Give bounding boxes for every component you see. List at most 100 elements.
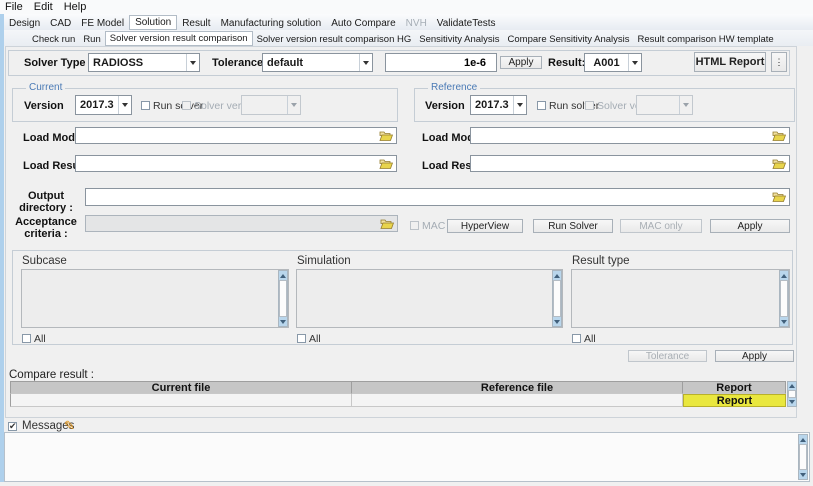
scroll-down-icon[interactable] — [279, 317, 287, 326]
messages-checkbox[interactable] — [8, 422, 17, 431]
scroll-down-icon[interactable] — [799, 470, 807, 479]
reference-version-select[interactable]: 2017.3 — [470, 95, 527, 115]
reference-load-model-box — [470, 127, 790, 144]
apply-button[interactable]: Apply — [710, 219, 790, 233]
messages-log[interactable] — [4, 432, 810, 482]
subcase-scrollbar[interactable] — [278, 270, 288, 327]
output-directory-label: Output directory : — [10, 190, 82, 214]
output-directory-input[interactable] — [86, 189, 789, 205]
tab-nvh: NVH — [401, 17, 432, 30]
current-load-result-input[interactable] — [76, 156, 396, 171]
compare-table-scrollbar[interactable] — [787, 381, 797, 407]
chevron-down-icon[interactable] — [513, 96, 526, 114]
scroll-up-icon[interactable] — [780, 271, 788, 280]
scroll-up-icon[interactable] — [799, 435, 807, 444]
tab-check-run[interactable]: Check run — [28, 33, 79, 46]
simulation-all-checkbox[interactable] — [297, 334, 306, 343]
messages-scrollbar[interactable] — [798, 434, 808, 480]
scroll-up-icon[interactable] — [788, 382, 796, 390]
scroll-down-icon[interactable] — [788, 398, 796, 406]
open-folder-icon[interactable] — [379, 158, 393, 169]
open-folder-icon[interactable] — [379, 130, 393, 141]
result-type-all-checkbox[interactable] — [572, 334, 581, 343]
tolerance-apply-button[interactable]: Apply — [500, 56, 542, 69]
tab-result[interactable]: Result — [177, 17, 215, 30]
scroll-thumb[interactable] — [780, 280, 788, 317]
run-solver-button[interactable]: Run Solver — [533, 219, 613, 233]
subcase-all-label: All — [34, 333, 46, 345]
html-report-button[interactable]: HTML Report — [694, 52, 766, 72]
open-folder-icon[interactable] — [380, 218, 394, 229]
subcase-list[interactable] — [21, 269, 289, 328]
open-folder-icon[interactable] — [772, 192, 786, 203]
chevron-down-icon[interactable] — [359, 54, 372, 71]
reference-load-model-input[interactable] — [471, 128, 789, 143]
scroll-up-icon[interactable] — [279, 271, 287, 280]
result-type-list[interactable] — [571, 269, 790, 328]
tab-fe-model[interactable]: FE Model — [76, 17, 129, 30]
chevron-down-icon — [679, 96, 692, 114]
tab-compare-sensitivity-analysis[interactable]: Compare Sensitivity Analysis — [504, 33, 634, 46]
column-header-reference-file[interactable]: Reference file — [352, 381, 683, 394]
scroll-down-icon[interactable] — [780, 317, 788, 326]
simulation-scrollbar[interactable] — [552, 270, 562, 327]
chevron-down-icon — [287, 96, 300, 114]
scroll-up-icon[interactable] — [553, 271, 561, 280]
tab-sensitivity-analysis[interactable]: Sensitivity Analysis — [415, 33, 503, 46]
tab-solver-version-result-comparison-hg[interactable]: Solver version result comparison HG — [253, 33, 416, 46]
edit-pencil-icon[interactable]: ✎ — [64, 419, 75, 432]
chevron-down-icon[interactable] — [628, 54, 641, 71]
subcase-all-checkbox[interactable] — [22, 334, 31, 343]
current-solver-ver-select — [241, 95, 301, 115]
open-folder-icon[interactable] — [772, 130, 786, 141]
table-row: Report — [10, 394, 786, 407]
result-type-label: Result type — [572, 255, 630, 267]
scroll-thumb[interactable] — [279, 280, 287, 317]
tab-cad[interactable]: CAD — [45, 17, 76, 30]
cell-current-file[interactable] — [10, 394, 352, 407]
tolerance-custom-input[interactable] — [386, 54, 496, 71]
tab-design[interactable]: Design — [4, 17, 45, 30]
reference-load-result-input[interactable] — [471, 156, 789, 171]
simulation-list[interactable] — [296, 269, 563, 328]
cell-reference-file[interactable] — [352, 394, 683, 407]
current-run-solver-checkbox[interactable] — [141, 101, 150, 110]
application-window: File Edit Help Design CAD FE Model Solut… — [0, 0, 813, 486]
tab-manufacturing-solution[interactable]: Manufacturing solution — [216, 17, 327, 30]
column-header-report[interactable]: Report — [683, 381, 786, 394]
scroll-thumb[interactable] — [553, 280, 561, 317]
open-folder-icon[interactable] — [772, 158, 786, 169]
scroll-down-icon[interactable] — [553, 317, 561, 326]
solver-type-select[interactable]: RADIOSS — [88, 53, 200, 72]
reference-load-result-box — [470, 155, 790, 172]
tolerance-select[interactable]: default — [262, 53, 373, 72]
current-version-select[interactable]: 2017.3 — [75, 95, 132, 115]
tab-result-comparison-hw-template[interactable]: Result comparison HW template — [634, 33, 778, 46]
chevron-down-icon[interactable] — [118, 96, 131, 114]
current-group-title: Current — [26, 82, 65, 93]
menu-help[interactable]: Help — [64, 1, 87, 13]
cell-report-link[interactable]: Report — [683, 394, 786, 407]
current-solver-ver-label: Solver ver. — [194, 100, 244, 112]
tab-auto-compare[interactable]: Auto Compare — [326, 17, 400, 30]
subcase-label: Subcase — [22, 255, 67, 267]
result-type-scrollbar[interactable] — [779, 270, 789, 327]
reference-run-solver-checkbox[interactable] — [537, 101, 546, 110]
hyperview-button[interactable]: HyperView — [447, 219, 523, 233]
tab-validatetests[interactable]: ValidateTests — [432, 17, 501, 30]
scroll-thumb[interactable] — [788, 390, 796, 398]
main-tab-bar: Design CAD FE Model Solution Result Manu… — [4, 14, 813, 30]
html-report-options-button[interactable]: ⋮ — [771, 52, 787, 72]
current-version-label: Version — [24, 100, 64, 112]
menu-file[interactable]: File — [5, 1, 23, 13]
chevron-down-icon[interactable] — [186, 54, 199, 71]
menu-edit[interactable]: Edit — [34, 1, 53, 13]
scroll-thumb[interactable] — [799, 444, 807, 470]
result-select[interactable]: A001 — [584, 53, 642, 72]
tab-run[interactable]: Run — [79, 33, 104, 46]
tab-solution[interactable]: Solution — [129, 15, 177, 30]
filters-apply-button[interactable]: Apply — [715, 350, 794, 362]
column-header-current-file[interactable]: Current file — [10, 381, 352, 394]
tab-solver-version-result-comparison[interactable]: Solver version result comparison — [105, 31, 253, 46]
current-load-model-input[interactable] — [76, 128, 396, 143]
